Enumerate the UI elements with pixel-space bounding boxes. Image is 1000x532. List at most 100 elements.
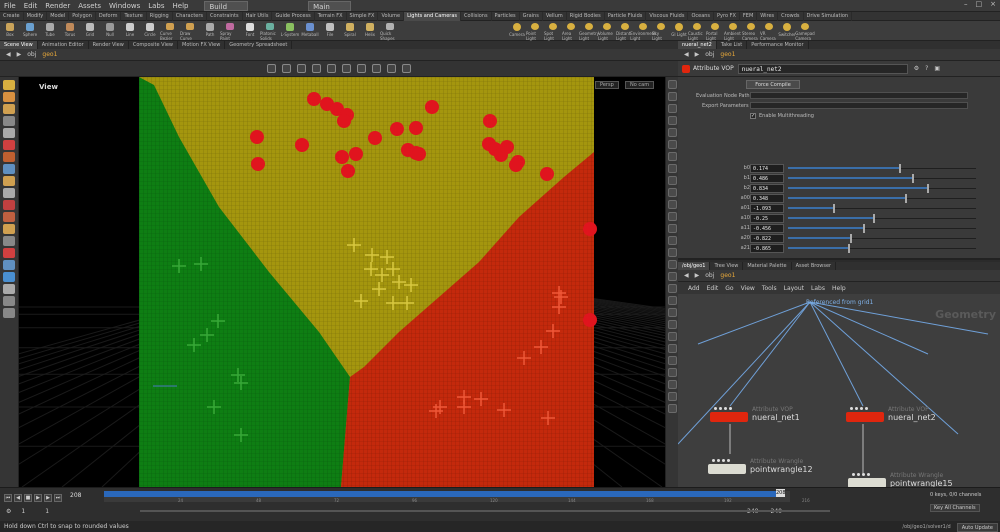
shelf-tool-environment-light[interactable]: Environment Light (630, 21, 656, 41)
gear-icon[interactable]: ⚙ (914, 65, 919, 72)
shelf-tool-point-light[interactable]: Point Light (526, 21, 544, 41)
shelf-tool-helix[interactable]: Helix (360, 21, 380, 41)
param-slider-handle[interactable] (848, 244, 850, 253)
left-tool-icon[interactable] (3, 284, 15, 294)
jump-start-icon[interactable]: ⏮ (4, 494, 12, 502)
shelf-tab[interactable]: Modify (24, 11, 48, 21)
display-option-icon[interactable] (667, 236, 677, 245)
range-slider[interactable] (140, 510, 830, 512)
shelf-tool-path[interactable]: Path (200, 21, 220, 41)
left-tool-icon[interactable] (3, 164, 15, 174)
shelf-tab[interactable]: Terrain FX (315, 11, 347, 21)
node-pointwrangle15[interactable]: Attribute Wrangle pointwrangle15 (848, 472, 953, 487)
shelf-tool-ambient-light[interactable]: Ambient Light (724, 21, 742, 41)
shelf-tool-quick-shapes[interactable]: Quick Shapes (380, 21, 400, 41)
path-obj[interactable]: obj (705, 51, 714, 58)
display-option-icon[interactable] (667, 284, 677, 293)
param-slider-handle[interactable] (927, 184, 929, 193)
network-menu-item[interactable]: Add (688, 285, 700, 292)
shelf-tab[interactable]: Guide Process (272, 11, 315, 21)
shelf-tool-gi-light[interactable]: GI Light (670, 21, 688, 41)
node-nueral-net1[interactable]: Attribute VOP nueral_net1 (710, 406, 800, 422)
snap-icon[interactable] (342, 64, 351, 73)
forward-icon[interactable]: ▶ (17, 51, 22, 58)
left-tool-icon[interactable] (3, 116, 15, 126)
shelf-tool-file[interactable]: File (320, 21, 340, 41)
auto-update-menu[interactable]: Auto Update (956, 522, 998, 532)
shelf-tool-sky-light[interactable]: Sky Light (652, 21, 670, 41)
param-value-field[interactable]: 0.834 (750, 184, 784, 193)
left-tool-icon[interactable] (3, 296, 15, 306)
network-menu-item[interactable]: View (741, 285, 755, 292)
left-tool-icon[interactable] (3, 128, 15, 138)
path-obj[interactable]: obj (27, 51, 36, 58)
export-params-field[interactable] (750, 102, 968, 109)
step-back-icon[interactable]: ◀ (14, 494, 22, 502)
record-icon[interactable] (387, 64, 396, 73)
network-menu-item[interactable]: Layout (784, 285, 804, 292)
shelf-tab[interactable]: Constraints (207, 11, 243, 21)
minimize-icon[interactable]: – (964, 0, 968, 8)
shelf-tool-volume-light[interactable]: Volume Light (598, 21, 616, 41)
range-start2-field[interactable]: 1 (45, 508, 49, 515)
help-icon[interactable]: ? (925, 65, 928, 72)
network-menu-item[interactable]: Go (725, 285, 733, 292)
display-option-icon[interactable] (667, 260, 677, 269)
multithread-checkbox[interactable]: ✓ (750, 113, 756, 119)
back-icon[interactable]: ◀ (6, 51, 11, 58)
display-option-icon[interactable] (667, 308, 677, 317)
select-mode-icon[interactable] (267, 64, 276, 73)
left-tab[interactable]: Motion FX View (178, 41, 226, 49)
lock-icon[interactable]: ▣ (934, 65, 940, 72)
menu-edit[interactable]: Edit (20, 2, 42, 10)
param-slider-handle[interactable] (863, 224, 865, 233)
maximize-icon[interactable]: □ (976, 0, 983, 8)
display-option-icon[interactable] (667, 200, 677, 209)
shelf-tool-font[interactable]: Font (240, 21, 260, 41)
param-value-field[interactable]: 0.174 (750, 164, 784, 173)
shelf-tab[interactable]: Texture (121, 11, 147, 21)
grid-snap-icon[interactable] (357, 64, 366, 73)
left-tool-icon[interactable] (3, 80, 15, 90)
shelf-tool-draw-curve[interactable]: Draw Curve (180, 21, 200, 41)
shelf-tab[interactable]: Drive Simulation (804, 11, 853, 21)
network-menu-item[interactable]: Tools (762, 285, 777, 292)
menu-render[interactable]: Render (41, 2, 74, 10)
shelf-tool-box[interactable]: Box (0, 21, 20, 41)
menu-windows[interactable]: Windows (105, 2, 144, 10)
network-tab[interactable]: /obj/geo1 (678, 262, 711, 270)
select-edges-icon[interactable] (297, 64, 306, 73)
display-option-icon[interactable] (667, 140, 677, 149)
shelf-tool-line[interactable]: Line (120, 21, 140, 41)
shelf-tool-metaball[interactable]: Metaball (300, 21, 320, 41)
param-value-field[interactable]: 0.348 (750, 194, 784, 203)
display-option-icon[interactable] (667, 248, 677, 257)
left-tool-icon[interactable] (3, 236, 15, 246)
display-option-icon[interactable] (667, 392, 677, 401)
settings-icon[interactable]: ⚙ (6, 508, 11, 515)
left-tool-icon[interactable] (3, 248, 15, 258)
left-tab[interactable]: Animation Editor (38, 41, 89, 49)
current-frame-field[interactable]: 208 (70, 492, 81, 499)
shelf-tab[interactable]: Oceans (688, 11, 715, 21)
back-icon[interactable]: ◀ (684, 272, 689, 279)
network-menu-item[interactable]: Edit (707, 285, 719, 292)
display-option-icon[interactable] (667, 212, 677, 221)
shelf-tool-spray-paint[interactable]: Spray Paint (220, 21, 240, 41)
node-name-field[interactable]: nueral_net2 (737, 63, 908, 74)
shelf-tool-portal-light[interactable]: Portal Light (706, 21, 724, 41)
network-menu-item[interactable]: Labs (811, 285, 825, 292)
menu-help[interactable]: Help (169, 2, 193, 10)
left-tab[interactable]: Scene View (0, 41, 38, 49)
shelf-tool-vr-camera[interactable]: VR Camera (760, 21, 778, 41)
key-all-channels-button[interactable]: Key All Channels (930, 504, 980, 512)
shelf-tab[interactable]: Wires (757, 11, 779, 21)
path-geo1[interactable]: geo1 (720, 51, 735, 58)
shelf-tab[interactable]: Simple FX (347, 11, 379, 21)
menu-file[interactable]: File (0, 2, 20, 10)
close-icon[interactable]: × (990, 0, 996, 8)
desktop-select[interactable]: Build (204, 0, 249, 11)
shelf-tab[interactable]: Collisions (461, 11, 492, 21)
shelf-tool-camera[interactable]: Camera (508, 21, 526, 41)
shelf-tool-sphere[interactable]: Sphere (20, 21, 40, 41)
